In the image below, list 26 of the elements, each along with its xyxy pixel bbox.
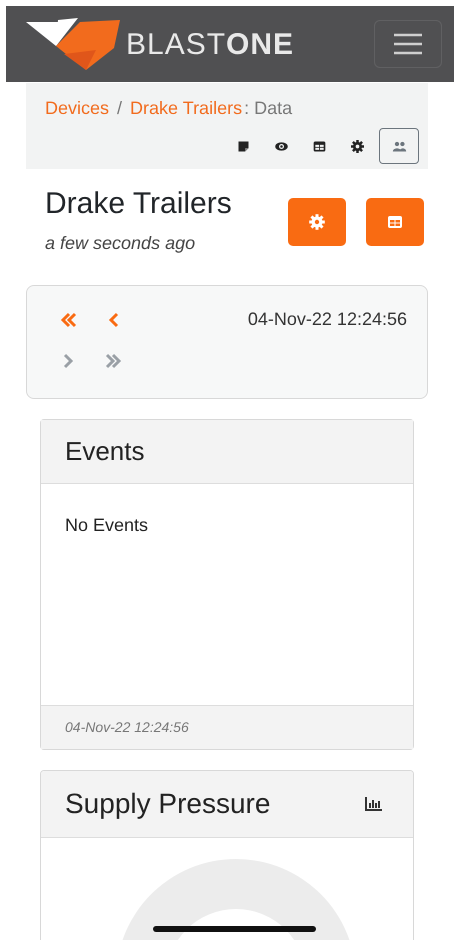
last-updated: a few seconds ago	[45, 232, 196, 255]
breadcrumb-link[interactable]: Devices	[45, 95, 110, 122]
card-title: Supply Pressure	[65, 787, 270, 821]
settings-icon	[308, 213, 326, 231]
first-page-icon	[59, 312, 77, 328]
logo-icon	[26, 18, 120, 70]
note-icon	[236, 138, 250, 154]
empty-message: No Events	[65, 515, 148, 535]
card-footer-time: 04-Nov-22 12:24:56	[65, 718, 189, 737]
table-icon	[386, 213, 404, 231]
last-page-icon	[105, 353, 123, 369]
chart-button[interactable]	[365, 797, 383, 811]
table-icon	[312, 138, 326, 154]
menu-icon	[393, 32, 423, 56]
card-title: Events	[65, 435, 144, 468]
brand-name: BLASTONE	[126, 26, 294, 62]
timestamp: 04-Nov-22 12:24:56	[248, 308, 407, 331]
settings-button[interactable]	[288, 198, 346, 246]
settings-icon	[350, 138, 364, 154]
table-button[interactable]	[366, 198, 424, 246]
breadcrumb-separator: /	[117, 97, 122, 120]
menu-button[interactable]	[374, 20, 442, 68]
breadcrumb-link[interactable]: Drake Trailers	[130, 95, 242, 122]
page-title: Drake Trailers	[45, 186, 232, 222]
breadcrumb-current: : Data	[244, 97, 292, 120]
chart-icon	[365, 797, 383, 811]
